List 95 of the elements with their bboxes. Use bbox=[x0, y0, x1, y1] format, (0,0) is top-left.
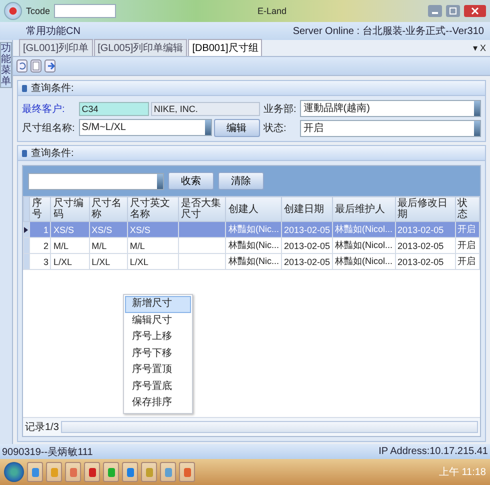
menu-item[interactable]: 序号下移 bbox=[125, 346, 191, 362]
table-row[interactable]: 2 M/L M/L M/L 林豔如(Nic... 2013-02-05 林豔如(Nicol... 2013-02-05 开启 bbox=[24, 238, 480, 254]
edit-button[interactable]: 编辑 bbox=[214, 119, 260, 137]
field-label: 业务部: bbox=[264, 102, 296, 116]
taskbar-app-icon[interactable] bbox=[122, 462, 138, 482]
taskbar-app-icon[interactable] bbox=[65, 462, 81, 482]
table-cell: 2013-02-05 bbox=[395, 238, 456, 254]
table-cell: L/XL bbox=[127, 254, 178, 270]
clear-button[interactable]: 清除 bbox=[218, 172, 264, 190]
column-header[interactable]: 是否大集尺寸 bbox=[178, 196, 226, 222]
menu-item[interactable]: 保存排序 bbox=[125, 395, 191, 412]
maximize-button[interactable] bbox=[446, 5, 460, 17]
taskbar-app-icon[interactable] bbox=[27, 462, 43, 482]
panel-bullet-icon bbox=[22, 84, 27, 92]
column-header[interactable]: 创建日期 bbox=[281, 196, 333, 222]
size-group-dropdown[interactable]: S/M~L/XL bbox=[78, 119, 212, 136]
minimize-button[interactable] bbox=[428, 5, 442, 17]
column-header[interactable]: 创建人 bbox=[226, 196, 282, 222]
app-logo-icon[interactable] bbox=[4, 2, 22, 20]
table-cell: 3 bbox=[30, 254, 51, 270]
taskbar-app-icon[interactable] bbox=[179, 462, 195, 482]
tcode-field[interactable] bbox=[54, 4, 116, 18]
table-row[interactable]: 3 L/XL L/XL L/XL 林豔如(Nic... 2013-02-05 林豔如(Nicol... 2013-02-05 开启 bbox=[24, 254, 480, 270]
close-tab-button[interactable]: ▾ X bbox=[472, 42, 490, 54]
tcode-label: Tcode bbox=[26, 6, 50, 16]
column-header[interactable]: 状态 bbox=[455, 196, 480, 222]
table-cell: 林豔如(Nicol... bbox=[332, 254, 396, 270]
user-status: 9090319--吴炳敏111 bbox=[2, 446, 93, 458]
horizontal-scrollbar[interactable] bbox=[60, 421, 478, 433]
table-cell: 林豔如(Nic... bbox=[226, 222, 282, 238]
department-dropdown[interactable]: 運動品牌(越南) bbox=[300, 100, 481, 117]
table-cell: 2013-02-05 bbox=[395, 222, 456, 238]
document-tab[interactable]: [GL001]列印单 bbox=[19, 39, 93, 56]
table-cell: 2013-02-05 bbox=[281, 254, 333, 270]
taskbar-app-icon[interactable] bbox=[160, 462, 176, 482]
table-cell: 2013-02-05 bbox=[281, 238, 333, 254]
table-cell: M/L bbox=[127, 238, 178, 254]
field-label: 状态: bbox=[264, 122, 288, 135]
ip-address: IP Address:10.17.215.41 bbox=[378, 446, 488, 457]
column-header[interactable]: 序号 bbox=[30, 196, 51, 222]
table-cell: L/XL bbox=[89, 254, 128, 270]
table-cell: 开启 bbox=[455, 222, 480, 238]
clock: 上午 11:18 bbox=[438, 466, 486, 479]
table-cell: 开启 bbox=[455, 254, 480, 270]
taskbar-app-icon[interactable] bbox=[103, 462, 119, 482]
table-cell: 1 bbox=[30, 222, 51, 238]
menu-item[interactable]: 序号上移 bbox=[125, 329, 191, 346]
search-button[interactable]: 收索 bbox=[168, 172, 214, 190]
table-cell: 林豔如(Nicol... bbox=[332, 222, 396, 238]
status-dropdown[interactable]: 开启 bbox=[300, 120, 481, 136]
document-tab[interactable]: [GL005]列印单编辑 bbox=[94, 39, 188, 56]
refresh-icon[interactable] bbox=[16, 59, 28, 73]
customer-name-field: NIKE, INC. bbox=[150, 102, 260, 116]
window-title: E-Land bbox=[258, 6, 287, 16]
table-cell: 2013-02-05 bbox=[395, 254, 456, 270]
table-cell: 林豔如(Nicol... bbox=[332, 238, 396, 254]
taskbar-app-icon[interactable] bbox=[141, 462, 157, 482]
table-cell: 林豔如(Nic... bbox=[226, 254, 282, 270]
table-cell: XS/S bbox=[127, 222, 178, 238]
table-cell: 开启 bbox=[455, 238, 480, 254]
table-cell: M/L bbox=[50, 238, 90, 254]
taskbar-app-icon[interactable] bbox=[46, 462, 62, 482]
panel-title: 查询条件: bbox=[31, 146, 74, 160]
customer-code-field[interactable]: C34 bbox=[78, 102, 149, 116]
column-header[interactable]: 尺寸名称 bbox=[89, 196, 128, 222]
record-counter: 记录1/3 bbox=[25, 421, 59, 434]
column-header[interactable]: 尺寸英文名称 bbox=[127, 196, 178, 222]
menu-item[interactable]: 新增尺寸 bbox=[125, 296, 191, 312]
table-cell: XS/S bbox=[89, 222, 128, 238]
menu-item[interactable]: 编辑尺寸 bbox=[125, 312, 191, 329]
menu-item[interactable]: 序号置底 bbox=[125, 378, 191, 395]
search-dropdown[interactable] bbox=[28, 172, 164, 190]
column-header[interactable]: 尺寸编码 bbox=[50, 196, 90, 222]
exit-icon[interactable] bbox=[44, 59, 56, 73]
table-cell: M/L bbox=[89, 238, 128, 254]
document-icon[interactable] bbox=[30, 59, 42, 73]
table-cell: 2013-02-05 bbox=[281, 222, 333, 238]
table-cell: L/XL bbox=[50, 254, 90, 270]
document-tab[interactable]: [DB001]尺寸组 bbox=[188, 39, 262, 56]
column-header[interactable]: 最后修改日期 bbox=[395, 196, 456, 222]
server-status: Server Online : 台北服装-业务正式--Ver310 bbox=[292, 24, 484, 38]
table-cell: 林豔如(Nic... bbox=[226, 238, 282, 254]
menu-label[interactable]: 常用功能CN bbox=[26, 24, 80, 38]
menu-item[interactable]: 序号置顶 bbox=[125, 362, 191, 378]
panel-bullet-icon bbox=[22, 150, 27, 156]
panel-title: 查询条件: bbox=[31, 82, 74, 95]
column-header[interactable]: 最后维护人 bbox=[332, 196, 396, 222]
start-button[interactable] bbox=[4, 462, 24, 482]
taskbar-app-icon[interactable] bbox=[84, 462, 100, 482]
sidebar-tab[interactable]: 功能菜单 bbox=[0, 42, 12, 88]
field-label: 最终客户: bbox=[22, 102, 66, 116]
table-cell: 2 bbox=[30, 238, 51, 254]
table-cell: XS/S bbox=[50, 222, 90, 238]
close-button[interactable] bbox=[464, 5, 486, 17]
field-label: 尺寸组名称: bbox=[22, 122, 75, 135]
